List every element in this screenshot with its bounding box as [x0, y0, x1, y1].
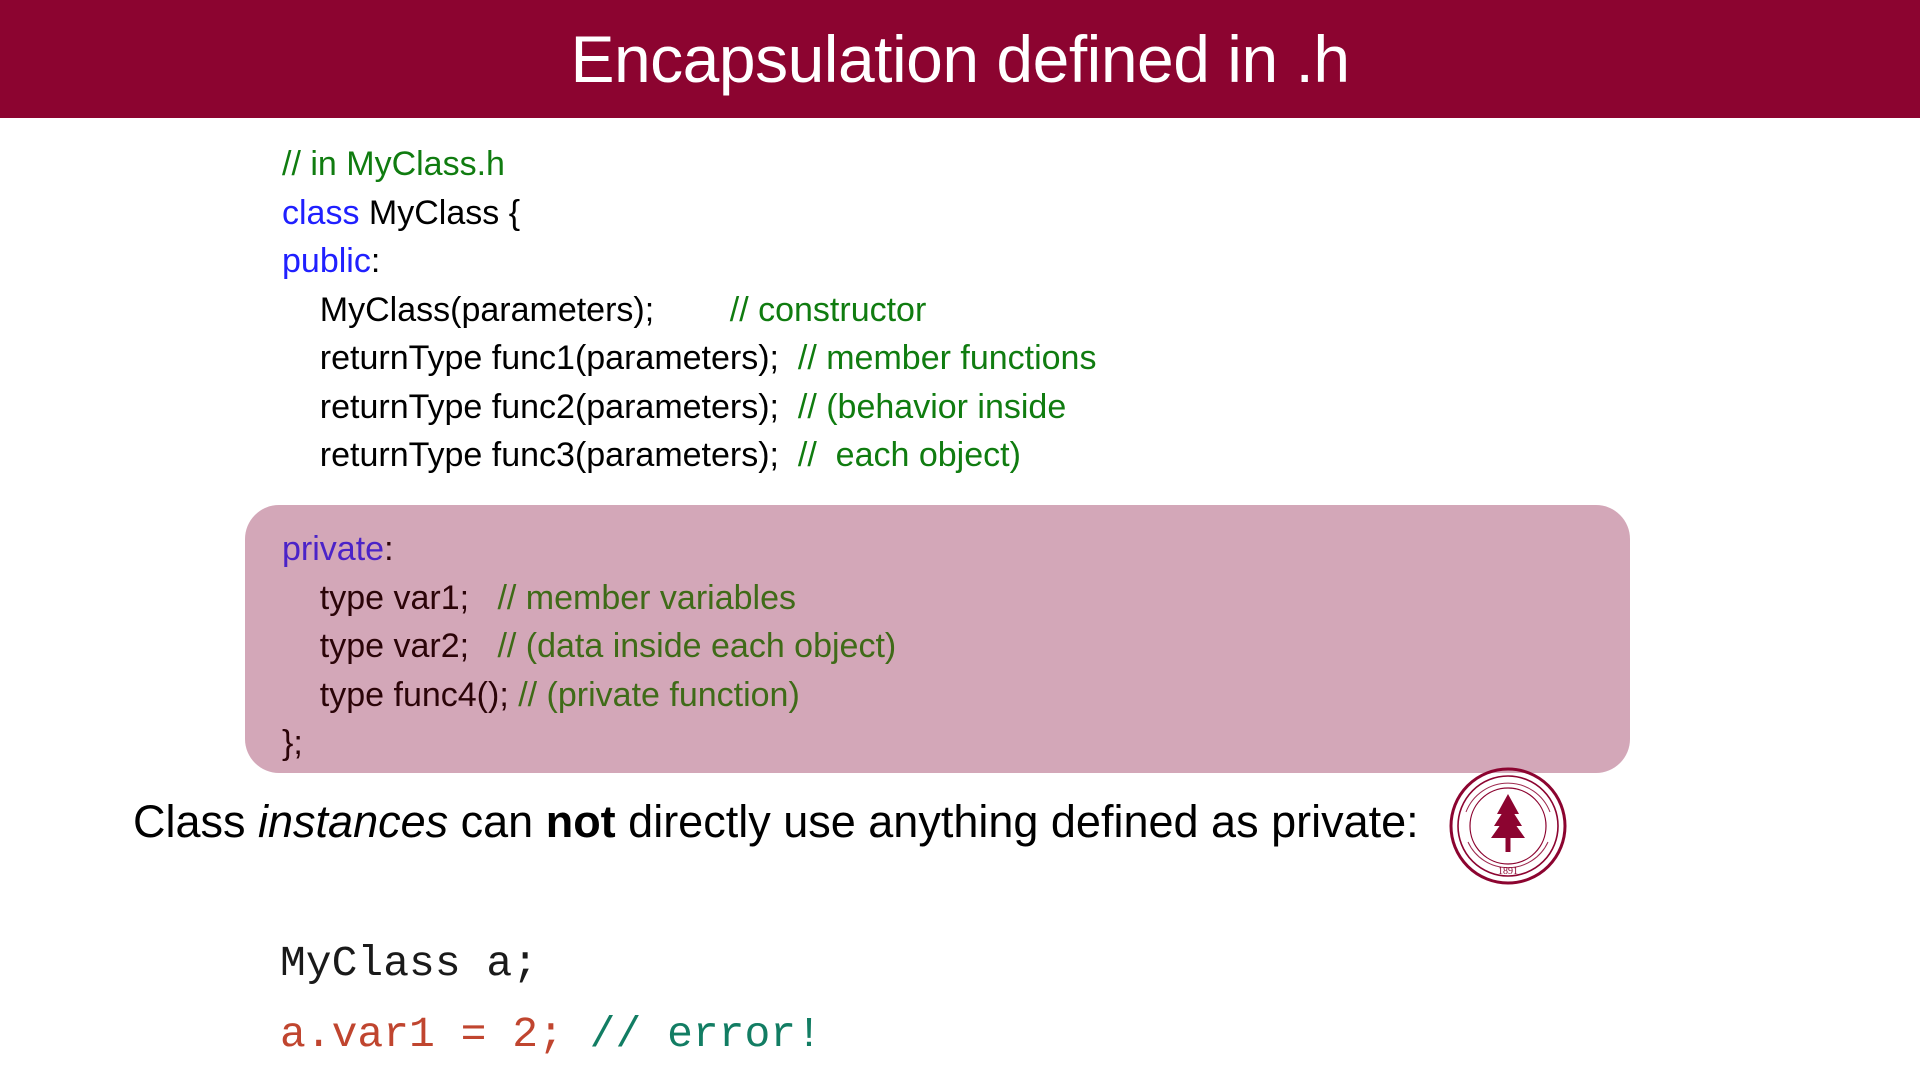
- private-code-line: private:: [282, 525, 896, 574]
- prose-bold-not: not: [545, 796, 616, 847]
- stanford-seal-icon: 1891: [1449, 767, 1567, 885]
- code-token-cmt: // (behavior inside: [797, 387, 1067, 426]
- example-code-line: a.var1 = 2; // error!: [280, 999, 822, 1070]
- public-code-line: returnType func2(parameters); // (behavi…: [282, 383, 1096, 432]
- slide-title-bar: Encapsulation defined in .h: [0, 0, 1920, 118]
- code-token-plain-d: };: [282, 724, 303, 762]
- example-token-m-red: a.var1 = 2;: [280, 1010, 590, 1059]
- example-token-m-teal: // error!: [589, 1010, 822, 1059]
- public-code-line: // in MyClass.h: [282, 140, 1096, 189]
- seal-year: 1891: [1498, 866, 1518, 877]
- code-token-plain: returnType func3(parameters);: [319, 436, 798, 474]
- code-token-cmt: // each object): [797, 436, 1021, 474]
- prose-part-2: can: [448, 796, 546, 847]
- code-token-cmt-dark: // member variables: [497, 578, 796, 617]
- stanford-seal-logo: 1891: [1448, 766, 1568, 886]
- code-block-example: MyClass a; a.var1 = 2; // error!: [280, 928, 822, 1070]
- code-token-cmt: // constructor: [729, 290, 927, 329]
- prose-italic-instances: instances: [258, 796, 449, 847]
- code-token-plain: returnType func1(parameters);: [319, 339, 798, 377]
- code-token-plain-d: type func4();: [319, 675, 519, 714]
- public-code-line: public:: [282, 237, 1096, 286]
- code-token-kw-priv: private: [282, 530, 385, 568]
- code-block-private: private: type var1; // member variables …: [282, 525, 896, 768]
- code-token-plain-d: type var1;: [319, 578, 498, 617]
- code-block-public: // in MyClass.h class MyClass {public: My…: [282, 140, 1096, 480]
- prose-part-1: Class: [133, 796, 259, 847]
- private-code-line: type func4(); // (private function): [282, 671, 896, 720]
- code-token-plain: :: [370, 242, 381, 280]
- example-code-line: MyClass a;: [280, 928, 822, 999]
- private-code-line: type var2; // (data inside each object): [282, 622, 896, 671]
- code-token-cmt-dark: // (data inside each object): [497, 627, 897, 665]
- page-title: Encapsulation defined in .h: [570, 22, 1350, 96]
- code-token-plain-d: type var2;: [319, 627, 498, 665]
- code-token-plain-d: :: [384, 530, 394, 568]
- code-token-plain: MyClass {: [359, 193, 521, 232]
- code-token-plain: MyClass(parameters);: [319, 290, 730, 329]
- code-token-plain: returnType func2(parameters);: [319, 387, 798, 426]
- code-token-cmt-dark: // (private function): [518, 675, 800, 714]
- code-token-cmt: // in MyClass.h: [282, 145, 505, 183]
- public-code-line: MyClass(parameters); // constructor: [282, 286, 1096, 335]
- code-token-kw: class: [282, 193, 360, 232]
- public-code-line: returnType func1(parameters); // member …: [282, 334, 1097, 383]
- example-token-m-black: MyClass a;: [280, 939, 539, 988]
- public-code-line: class MyClass {: [282, 189, 1096, 238]
- private-code-line: };: [282, 719, 896, 768]
- prose-part-3: directly use anything defined as private…: [615, 796, 1419, 847]
- code-token-kw: public: [282, 242, 371, 280]
- public-code-line: returnType func3(parameters); // each ob…: [282, 431, 1096, 480]
- private-code-line: type var1; // member variables: [282, 574, 896, 623]
- code-token-cmt: // member functions: [797, 339, 1097, 377]
